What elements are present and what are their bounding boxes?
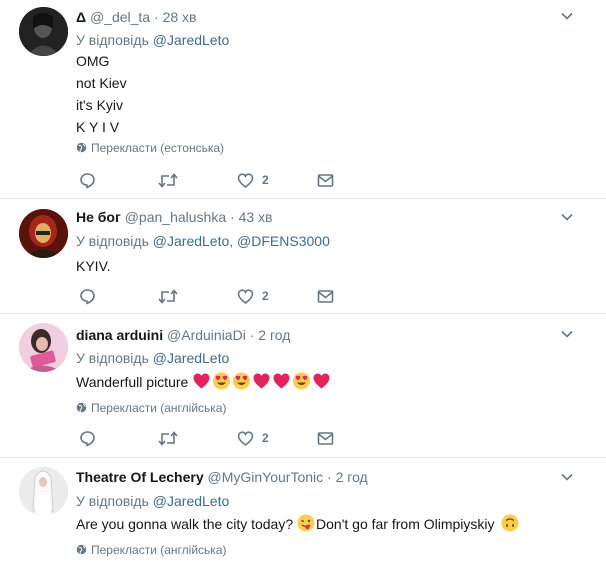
like-count: 2 <box>262 431 269 445</box>
display-name[interactable]: diana arduini <box>76 327 163 343</box>
red-heart-emoji-icon <box>313 373 330 389</box>
globe-icon <box>76 402 87 413</box>
tweet-header: Не бог @pan_halushka · 43 хв <box>76 209 273 225</box>
tweet-text: Wanderfull picture <box>76 371 332 393</box>
translate-link[interactable]: Перекласти (англійська) <box>76 542 226 558</box>
red-heart-emoji-icon <box>273 373 290 389</box>
avatar-image <box>19 323 68 372</box>
heart-eyes-emoji-icon <box>213 372 231 390</box>
mention-link[interactable]: @DFENS3000 <box>237 233 330 249</box>
retweet-icon <box>158 288 178 304</box>
mention-link[interactable]: @JaredLeto <box>153 233 229 249</box>
envelope-icon <box>317 173 334 187</box>
avatar-image <box>19 7 68 56</box>
like-button[interactable]: 2 <box>237 286 269 306</box>
avatar[interactable] <box>19 7 68 56</box>
user-handle[interactable]: @pan_halushka <box>125 209 226 225</box>
reply-icon <box>80 430 95 446</box>
red-heart-emoji-icon <box>253 373 270 389</box>
reply-icon <box>80 172 95 188</box>
avatar-image <box>19 209 68 258</box>
reply-context: У відповідь @JaredLeto, @DFENS3000 <box>76 233 330 249</box>
dm-button[interactable] <box>317 286 334 306</box>
tweet-actions: 2 <box>76 170 376 190</box>
timestamp[interactable]: 2 год <box>258 327 290 343</box>
heart-icon <box>237 288 254 304</box>
avatar[interactable] <box>19 467 68 516</box>
like-count: 2 <box>262 173 269 187</box>
heart-eyes-emoji-icon <box>233 372 251 390</box>
emoji-row <box>192 372 332 390</box>
reply-button[interactable] <box>79 286 96 306</box>
chevron-down-icon[interactable] <box>560 210 574 224</box>
retweet-button[interactable] <box>158 428 178 448</box>
like-button[interactable]: 2 <box>237 428 269 448</box>
timestamp[interactable]: 43 хв <box>239 209 273 225</box>
translate-link[interactable]: Перекласти (англійська) <box>76 400 226 416</box>
avatar-image <box>19 467 68 516</box>
display-name[interactable]: Theatre Of Lechery <box>76 469 204 485</box>
globe-icon <box>76 544 87 555</box>
timestamp[interactable]: 2 год <box>336 469 368 485</box>
mention-link[interactable]: @JaredLeto <box>153 32 229 48</box>
dm-button[interactable] <box>317 170 334 190</box>
retweet-icon <box>158 172 178 188</box>
timestamp[interactable]: 28 хв <box>163 9 197 25</box>
mention-link[interactable]: @JaredLeto <box>153 493 229 509</box>
envelope-icon <box>317 431 334 445</box>
tweet-actions: 2 <box>76 286 376 306</box>
avatar[interactable] <box>19 323 68 372</box>
tweet-text: OMG not Kiev it's Kyiv K Y I V <box>76 53 127 135</box>
reply-context: У відповідь @JaredLeto <box>76 350 230 366</box>
like-button[interactable]: 2 <box>237 170 269 190</box>
user-handle[interactable]: @ArduiniaDi <box>167 327 246 343</box>
reply-context: У відповідь @JaredLeto <box>76 493 230 509</box>
user-handle[interactable]: @_del_ta <box>90 9 150 25</box>
reply-context: У відповідь @JaredLeto <box>76 32 230 48</box>
tweet-header: Theatre Of Lechery @MyGinYourTonic · 2 г… <box>76 469 368 485</box>
upside-down-face-emoji-icon <box>501 514 519 532</box>
mention-link[interactable]: @JaredLeto <box>153 350 229 366</box>
tweet-4[interactable]: Theatre Of Lechery @MyGinYourTonic · 2 г… <box>0 458 606 562</box>
tweet-actions: 2 <box>76 428 376 448</box>
tweet-header: diana arduini @ArduiniaDi · 2 год <box>76 327 291 343</box>
display-name[interactable]: Не бог <box>76 209 121 225</box>
translate-link[interactable]: Перекласти (естонська) <box>76 140 224 156</box>
globe-icon <box>76 142 87 153</box>
chevron-down-icon[interactable] <box>560 9 574 23</box>
tweet-1[interactable]: Δ @_del_ta · 28 хв У відповідь @JaredLet… <box>0 0 606 198</box>
reply-button[interactable] <box>79 428 96 448</box>
dm-button[interactable] <box>317 428 334 448</box>
user-handle[interactable]: @MyGinYourTonic <box>208 469 324 485</box>
display-name[interactable]: Δ <box>76 9 86 25</box>
like-count: 2 <box>262 289 269 303</box>
tweet-text: KYIV. <box>76 258 111 274</box>
tweet-2[interactable]: Не бог @pan_halushka · 43 хв У відповідь… <box>0 199 606 313</box>
chevron-down-icon[interactable] <box>560 327 574 341</box>
chevron-down-icon[interactable] <box>560 470 574 484</box>
tweet-text: Are you gonna walk the city today? Don't… <box>76 513 520 535</box>
reply-button[interactable] <box>79 170 96 190</box>
heart-icon <box>237 430 254 446</box>
retweet-button[interactable] <box>158 286 178 306</box>
red-heart-emoji-icon <box>193 373 210 389</box>
heart-eyes-emoji-icon <box>293 372 311 390</box>
retweet-button[interactable] <box>158 170 178 190</box>
reply-icon <box>80 288 95 304</box>
tweet-3[interactable]: diana arduini @ArduiniaDi · 2 год У відп… <box>0 314 606 457</box>
tweet-header: Δ @_del_ta · 28 хв <box>76 9 197 25</box>
retweet-icon <box>158 430 178 446</box>
winking-tongue-emoji-icon <box>297 514 315 532</box>
avatar[interactable] <box>19 209 68 258</box>
envelope-icon <box>317 289 334 303</box>
heart-icon <box>237 172 254 188</box>
